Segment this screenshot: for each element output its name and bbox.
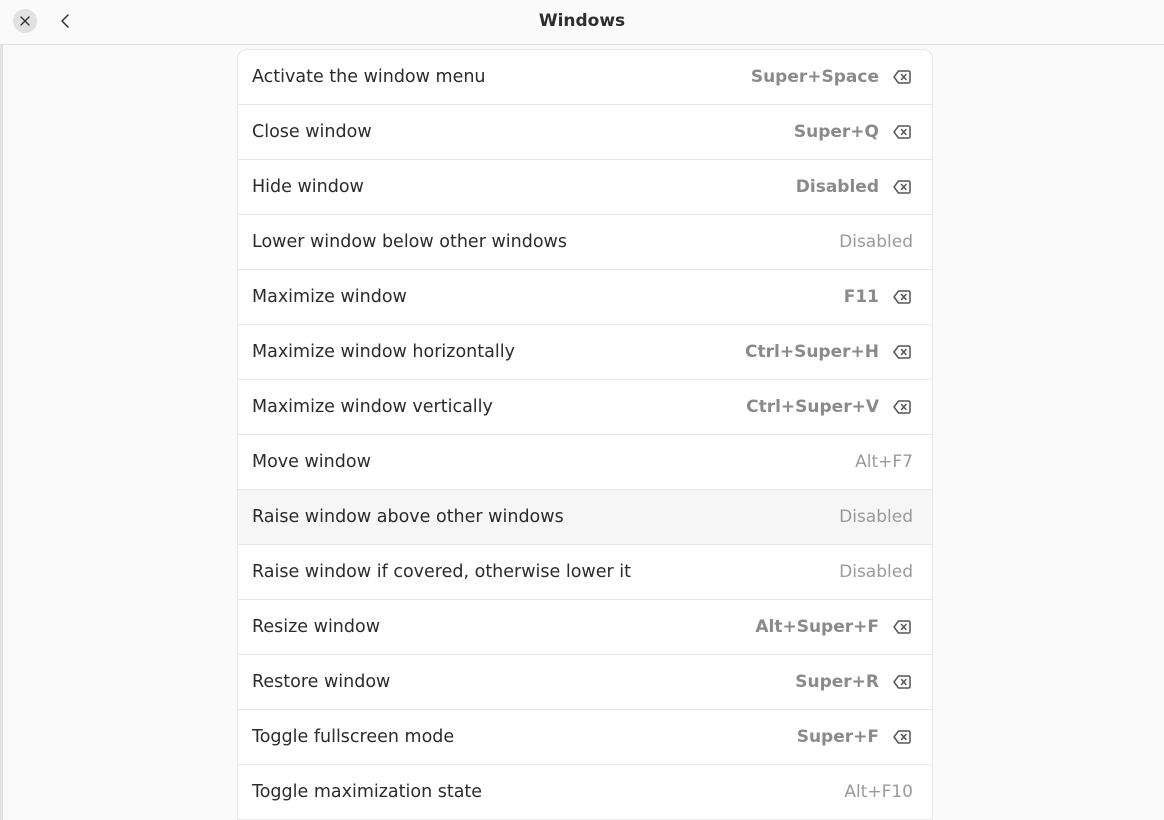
- shortcut-row[interactable]: Close window Super+Q: [238, 105, 932, 160]
- window-edge: [0, 0, 3, 820]
- close-icon: [20, 16, 30, 26]
- shortcut-row[interactable]: Raise window above other windows Disabled: [238, 490, 932, 545]
- shortcut-accelerator: Super+F: [796, 727, 879, 747]
- shortcut-accelerator: Super+Q: [793, 122, 879, 142]
- close-button[interactable]: [13, 9, 37, 33]
- shortcut-row[interactable]: Hide window Disabled: [238, 160, 932, 215]
- shortcut-accelerator: Super+Space: [750, 67, 879, 87]
- shortcut-accelerator: Alt+F7: [855, 452, 913, 472]
- shortcut-row[interactable]: Toggle fullscreen mode Super+F: [238, 710, 932, 765]
- shortcut-row[interactable]: Maximize window vertically Ctrl+Super+V: [238, 380, 932, 435]
- shortcut-row[interactable]: Resize window Alt+Super+F: [238, 600, 932, 655]
- reset-shortcut-icon[interactable]: [893, 619, 911, 635]
- shortcut-row[interactable]: Maximize window F11: [238, 270, 932, 325]
- shortcut-label: Toggle fullscreen mode: [252, 727, 455, 747]
- reset-shortcut-icon[interactable]: [893, 179, 911, 195]
- shortcut-label: Restore window: [252, 672, 391, 692]
- reset-shortcut-icon[interactable]: [893, 344, 911, 360]
- shortcut-row[interactable]: Restore window Super+R: [238, 655, 932, 710]
- shortcut-accelerator: Super+R: [795, 672, 879, 692]
- shortcut-label: Maximize window: [252, 287, 407, 307]
- shortcut-accelerator: Disabled: [839, 562, 913, 582]
- shortcut-label: Maximize window horizontally: [252, 342, 515, 362]
- shortcut-accelerator: Disabled: [795, 177, 879, 197]
- shortcut-accelerator: Ctrl+Super+V: [746, 397, 879, 417]
- go-back-icon: [61, 14, 69, 28]
- shortcut-label: Lower window below other windows: [252, 232, 567, 252]
- shortcut-row[interactable]: Move window Alt+F7: [238, 435, 932, 490]
- reset-shortcut-icon[interactable]: [893, 289, 911, 305]
- back-button[interactable]: [53, 9, 77, 33]
- shortcut-row[interactable]: Raise window if covered, otherwise lower…: [238, 545, 932, 600]
- shortcut-label: Maximize window vertically: [252, 397, 493, 417]
- header-bar: Windows: [0, 0, 1164, 45]
- shortcut-row[interactable]: Toggle maximization state Alt+F10: [238, 765, 932, 820]
- shortcut-accelerator: Ctrl+Super+H: [745, 342, 879, 362]
- shortcut-label: Resize window: [252, 617, 381, 637]
- shortcut-label: Raise window if covered, otherwise lower…: [252, 562, 631, 582]
- keyboard-shortcuts-window: Windows Activate the window menu Super+Sp…: [0, 0, 1164, 820]
- reset-shortcut-icon[interactable]: [893, 729, 911, 745]
- shortcut-label: Move window: [252, 452, 371, 472]
- shortcut-accelerator: Alt+F10: [844, 782, 913, 802]
- shortcut-accelerator: F11: [843, 287, 879, 307]
- shortcut-list: Activate the window menu Super+Space Close…: [237, 49, 933, 820]
- reset-shortcut-icon[interactable]: [893, 399, 911, 415]
- shortcut-label: Activate the window menu: [252, 67, 486, 87]
- shortcut-accelerator: Disabled: [839, 507, 913, 527]
- reset-shortcut-icon[interactable]: [893, 674, 911, 690]
- shortcut-accelerator: Alt+Super+F: [755, 617, 879, 637]
- shortcut-label: Raise window above other windows: [252, 507, 564, 527]
- shortcut-accelerator: Disabled: [839, 232, 913, 252]
- page-title: Windows: [538, 11, 626, 31]
- shortcut-label: Hide window: [252, 177, 364, 197]
- shortcut-row[interactable]: Lower window below other windows Disabled: [238, 215, 932, 270]
- shortcut-row[interactable]: Maximize window horizontally Ctrl+Super+H: [238, 325, 932, 380]
- shortcut-label: Close window: [252, 122, 372, 142]
- shortcut-label: Toggle maximization state: [252, 782, 483, 802]
- reset-shortcut-icon[interactable]: [893, 124, 911, 140]
- shortcut-row[interactable]: Activate the window menu Super+Space: [238, 50, 932, 105]
- reset-shortcut-icon[interactable]: [893, 69, 911, 85]
